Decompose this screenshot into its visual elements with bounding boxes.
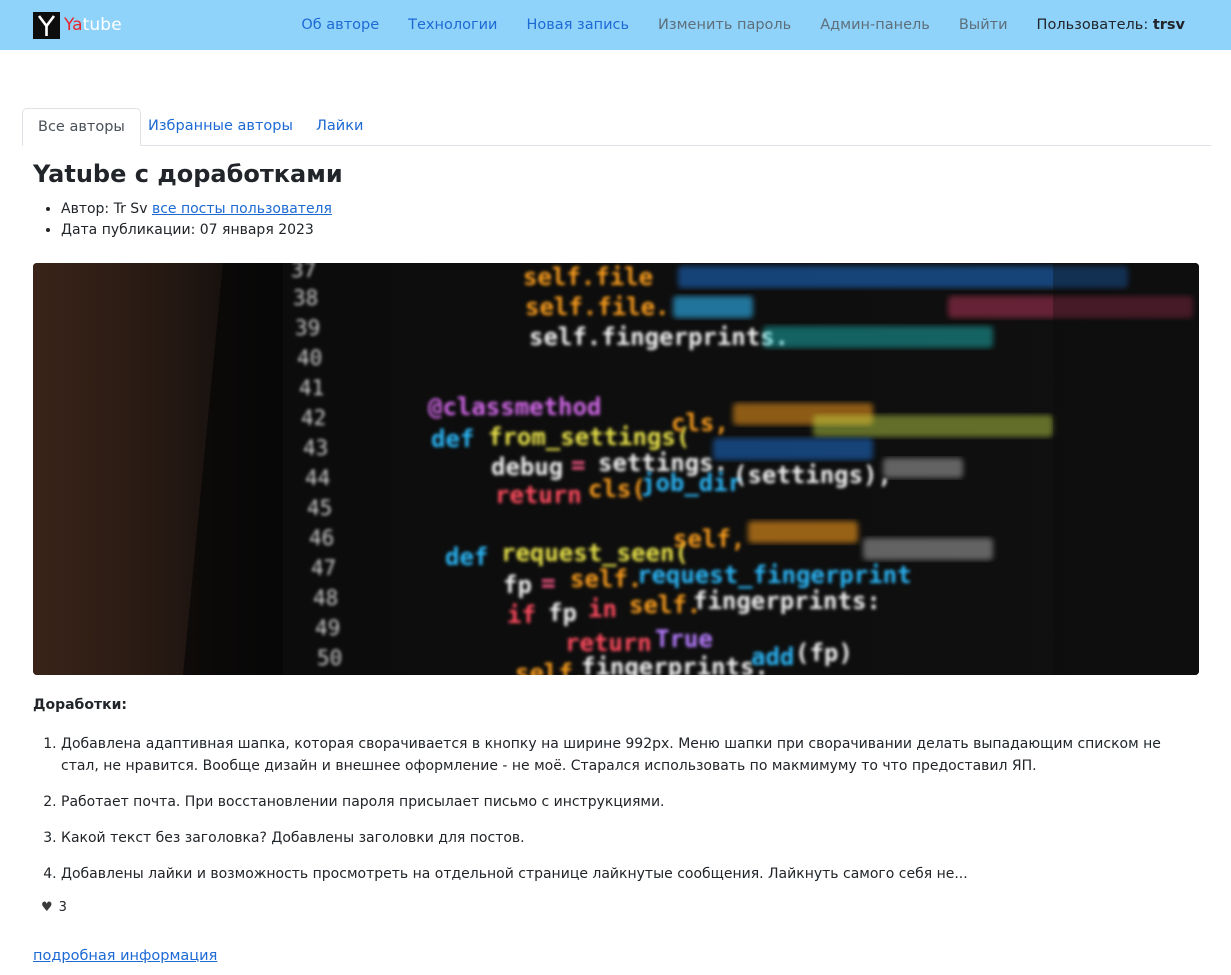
line-number: 37	[291, 263, 316, 282]
author-label: Автор: Tr Sv	[61, 201, 148, 217]
details-link[interactable]: подробная информация	[33, 948, 217, 964]
current-user: Пользователь: trsv	[1037, 17, 1185, 33]
nav-links: Об авторе Технологии Новая запись Измени…	[272, 0, 1185, 50]
heart-icon: ♥	[41, 900, 53, 915]
code-text: self.fingerprints.	[529, 323, 789, 351]
line-number: 50	[317, 646, 342, 670]
date-label: Дата публикации:	[61, 222, 196, 238]
code-text: def	[445, 543, 488, 571]
post-date: Дата публикации: 07 января 2023	[61, 220, 332, 241]
code-text: from_settings(	[488, 423, 690, 451]
tab-all-authors[interactable]: Все авторы	[22, 108, 141, 146]
brand-name: Yatube	[64, 12, 122, 39]
post-image: 37 38 39 40 41 42 43 44 45 46 47 48 49 5…	[33, 263, 1199, 675]
code-text: (settings),	[733, 461, 892, 489]
code-text: self.	[515, 659, 587, 675]
code-text: def	[431, 425, 474, 453]
improvements-list: Добавлена адаптивная шапка, которая свор…	[61, 733, 1196, 899]
author-tabs: Все авторы Избранные авторы Лайки	[22, 108, 1211, 146]
code-text: debug	[491, 453, 563, 481]
nav-technologies[interactable]: Технологии	[408, 17, 497, 33]
nav-admin-panel[interactable]: Админ-панель	[820, 17, 930, 33]
code-text: self.	[570, 565, 642, 593]
post-author: Автор: Tr Sv все посты пользователя	[61, 199, 332, 220]
code-text: in	[588, 595, 617, 623]
code-text: job_dir	[641, 469, 742, 497]
code-text: if	[507, 601, 536, 629]
navbar: Yatube Об авторе Технологии Новая запись…	[0, 0, 1231, 50]
post-title: Yatube с доработками	[33, 160, 343, 188]
brand-ya: Ya	[64, 15, 83, 35]
user-prefix: Пользователь:	[1036, 17, 1149, 33]
line-number: 42	[301, 406, 326, 430]
list-item: Работает почта. При восстановлении парол…	[61, 791, 1196, 813]
code-text: add	[751, 643, 794, 671]
code-text: self.file	[523, 263, 653, 291]
line-number: 38	[293, 286, 318, 310]
line-number: 43	[303, 436, 328, 460]
code-text: fingerprints:	[693, 587, 881, 615]
improvements-heading: Доработки:	[33, 697, 127, 713]
code-text: self.file.	[525, 293, 670, 321]
line-number: 41	[299, 376, 324, 400]
code-text: fp	[503, 571, 532, 599]
line-number: 46	[309, 526, 334, 550]
nav-logout[interactable]: Выйти	[959, 17, 1008, 33]
code-text: cls(	[588, 475, 646, 503]
list-item: Добавлена адаптивная шапка, которая свор…	[61, 733, 1196, 777]
code-screenshot-image: 37 38 39 40 41 42 43 44 45 46 47 48 49 5…	[33, 263, 1199, 675]
like-button[interactable]: ♥ 3	[41, 900, 67, 915]
date-value: 07 января 2023	[199, 222, 314, 238]
likes-count: 3	[58, 900, 67, 915]
brand-tube: tube	[82, 15, 122, 35]
line-number: 49	[315, 616, 340, 640]
line-number: 39	[295, 316, 320, 340]
code-text: fingerprints.	[581, 653, 769, 675]
code-text: True	[655, 625, 713, 653]
tab-likes[interactable]: Лайки	[301, 108, 378, 146]
code-text: return	[495, 481, 582, 509]
tab-favorite-authors[interactable]: Избранные авторы	[133, 108, 308, 146]
code-text: request_fingerprint	[637, 561, 912, 589]
code-text: self,	[673, 525, 745, 553]
line-number: 48	[313, 586, 338, 610]
list-item: Какой текст без заголовка? Добавлены заг…	[61, 827, 1196, 849]
code-text: self.	[629, 591, 701, 619]
username: trsv	[1152, 17, 1185, 33]
nav-new-post[interactable]: Новая запись	[526, 17, 629, 33]
nav-about-author[interactable]: Об авторе	[301, 17, 379, 33]
brand-logo-link[interactable]: Yatube	[33, 12, 122, 39]
nav-change-password[interactable]: Изменить пароль	[658, 17, 791, 33]
line-number: 44	[305, 466, 330, 490]
list-item: Добавлены лайки и возможность просмотрет…	[61, 863, 1196, 885]
code-text: fp	[548, 599, 577, 627]
line-number: 45	[307, 496, 332, 520]
post-meta: Автор: Tr Sv все посты пользователя Дата…	[61, 199, 332, 241]
line-number: 47	[311, 556, 336, 580]
code-text: (fp)	[795, 639, 853, 667]
line-number: 40	[297, 346, 322, 370]
yatube-logo-icon	[33, 12, 60, 39]
code-text: @classmethod	[428, 393, 601, 421]
code-text: =	[541, 569, 555, 597]
code-text: =	[571, 451, 585, 479]
author-posts-link[interactable]: все посты пользователя	[152, 201, 332, 217]
code-text: cls,	[671, 409, 729, 437]
